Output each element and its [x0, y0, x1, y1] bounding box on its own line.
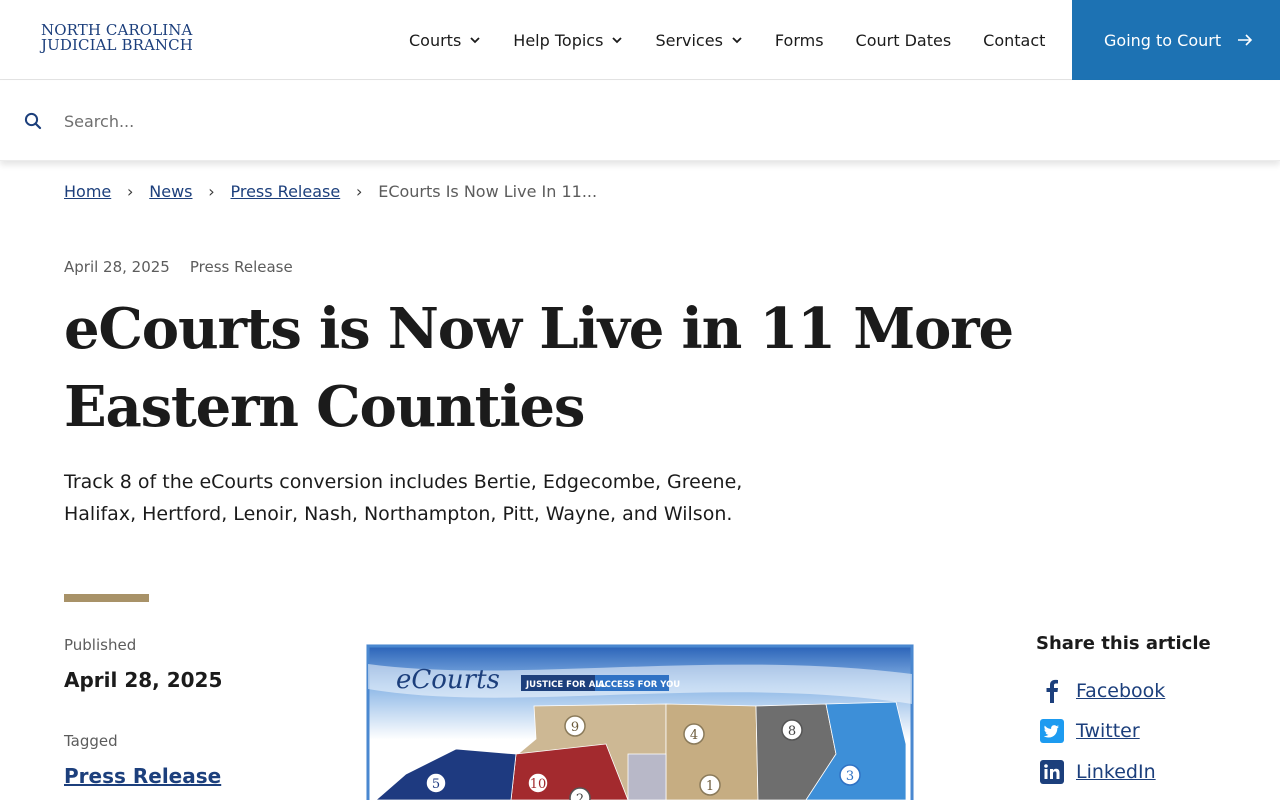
- search-input[interactable]: [64, 105, 964, 137]
- nav-label: Contact: [983, 30, 1046, 50]
- svg-text:8: 8: [788, 724, 796, 739]
- article-category: Press Release: [189, 258, 293, 276]
- breadcrumb-news-link[interactable]: News: [149, 182, 192, 201]
- nav-forms[interactable]: Forms: [759, 0, 840, 80]
- svg-text:1: 1: [706, 779, 714, 794]
- map-banner-right: ACCESS FOR YOU: [598, 680, 680, 690]
- tag-press-release-link[interactable]: Press Release: [64, 764, 221, 788]
- published-date: April 28, 2025: [64, 668, 223, 692]
- breadcrumb: Home › News › Press Release › ECourts Is…: [64, 182, 597, 201]
- share-twitter-link[interactable]: Twitter: [1076, 720, 1140, 742]
- nav-label: Forms: [774, 30, 824, 50]
- accent-divider: [64, 594, 149, 602]
- going-to-court-label: Going to Court: [1104, 30, 1222, 50]
- nav-contact[interactable]: Contact: [967, 0, 1061, 80]
- site-logo[interactable]: NORTH CAROLINA JUDICIAL BRANCH: [41, 23, 193, 54]
- chevron-down-icon: [732, 37, 742, 44]
- search-icon[interactable]: [24, 112, 42, 130]
- svg-text:10: 10: [530, 777, 547, 792]
- linkedin-icon: [1038, 758, 1066, 786]
- svg-text:3: 3: [846, 769, 854, 784]
- chevron-down-icon: [470, 37, 480, 44]
- nav-courts[interactable]: Courts: [393, 0, 497, 80]
- svg-text:9: 9: [571, 720, 579, 735]
- going-to-court-button[interactable]: Going to Court: [1072, 0, 1280, 80]
- tagged-label: Tagged: [64, 732, 118, 750]
- site-header: NORTH CAROLINA JUDICIAL BRANCH Courts He…: [0, 0, 1280, 80]
- twitter-icon: [1038, 717, 1066, 745]
- search-bar: [0, 81, 1280, 161]
- article-date: April 28, 2025: [64, 258, 170, 276]
- share-twitter[interactable]: Twitter: [1038, 717, 1140, 745]
- page-title: eCourts is Now Live in 11 More Eastern C…: [64, 296, 1014, 440]
- share-facebook[interactable]: Facebook: [1038, 677, 1165, 705]
- share-linkedin[interactable]: LinkedIn: [1038, 758, 1156, 786]
- nav-label: Help Topics: [513, 30, 604, 50]
- chevron-right-icon: ›: [356, 182, 363, 201]
- map-banner-left: JUSTICE FOR ALL: [525, 680, 607, 690]
- nav-court-dates[interactable]: Court Dates: [840, 0, 968, 80]
- logo-line-2: JUDICIAL BRANCH: [41, 36, 193, 54]
- nav-help-topics[interactable]: Help Topics: [497, 0, 639, 80]
- svg-text:2: 2: [576, 792, 584, 800]
- chevron-right-icon: ›: [208, 182, 215, 201]
- published-label: Published: [64, 636, 137, 654]
- svg-text:5: 5: [432, 777, 440, 792]
- breadcrumb-home-link[interactable]: Home: [64, 182, 111, 201]
- breadcrumb-press-release-link[interactable]: Press Release: [230, 182, 340, 201]
- nav-label: Services: [655, 30, 723, 50]
- share-facebook-link[interactable]: Facebook: [1076, 680, 1165, 702]
- ecourts-map-image: eCourts JUSTICE FOR ALL ACCESS FOR YOU 9…: [366, 644, 914, 800]
- nav-label: Court Dates: [855, 30, 952, 50]
- share-title: Share this article: [1036, 633, 1211, 654]
- nav-services[interactable]: Services: [639, 0, 758, 80]
- share-linkedin-link[interactable]: LinkedIn: [1076, 761, 1156, 783]
- breadcrumb-current: ECourts Is Now Live In 11...: [378, 182, 598, 201]
- nav-label: Courts: [409, 30, 462, 50]
- main-nav: Courts Help Topics Services Forms Court …: [393, 0, 1061, 80]
- arrow-right-icon: [1238, 34, 1253, 46]
- article-summary: Track 8 of the eCourts conversion includ…: [64, 471, 743, 525]
- map-brand: eCourts: [396, 665, 500, 695]
- facebook-icon: [1038, 677, 1066, 705]
- chevron-right-icon: ›: [127, 182, 134, 201]
- map-graphic: eCourts JUSTICE FOR ALL ACCESS FOR YOU 9…: [366, 644, 914, 800]
- svg-text:4: 4: [690, 728, 698, 743]
- article-meta: April 28, 2025 Press Release: [64, 258, 293, 276]
- chevron-down-icon: [612, 37, 623, 44]
